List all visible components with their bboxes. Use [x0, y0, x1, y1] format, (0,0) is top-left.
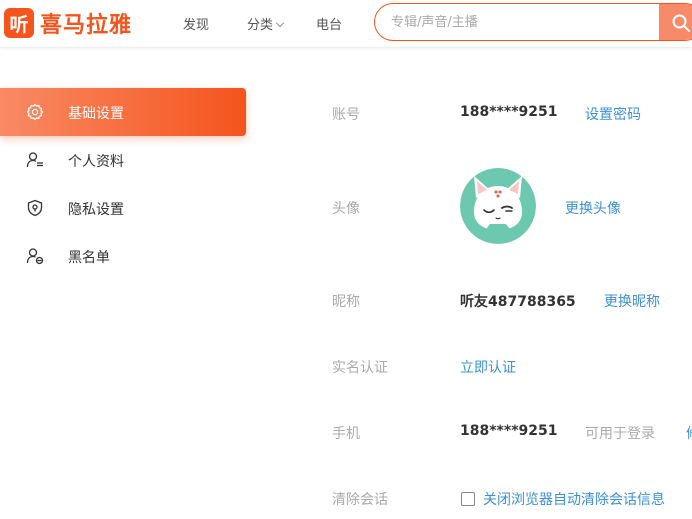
- search-button[interactable]: [659, 4, 692, 40]
- account-row: 账号 188****9251 设置密码: [332, 104, 692, 128]
- cat-avatar-image: [460, 168, 536, 244]
- sidebar-item-label: 黑名单: [68, 250, 110, 266]
- phone-row: 手机 188****9251 可用于登录 修: [332, 423, 692, 447]
- logo-badge-icon: 听: [4, 8, 34, 38]
- sidebar-item-label: 隐私设置: [68, 202, 124, 218]
- clear-session-checkbox-label[interactable]: 关闭浏览器自动清除会话信息: [483, 489, 665, 509]
- verify-now-link[interactable]: 立即认证: [460, 357, 516, 377]
- sidebar-item-label: 个人资料: [68, 154, 124, 170]
- sidebar-item-blacklist[interactable]: 黑名单: [0, 232, 246, 280]
- clear-session-label: 清除会话: [332, 492, 388, 508]
- change-avatar-link[interactable]: 更换头像: [565, 198, 621, 218]
- phone-label: 手机: [332, 426, 360, 442]
- change-phone-link[interactable]: 修: [686, 423, 692, 443]
- change-nickname-link[interactable]: 更换昵称: [604, 291, 660, 311]
- settings-sidebar: 基础设置 个人资料 隐私设置 黑名单: [0, 88, 250, 280]
- avatar: [460, 168, 536, 244]
- sidebar-item-profile[interactable]: 个人资料: [0, 136, 246, 184]
- realname-row: 实名认证 立即认证: [332, 357, 692, 381]
- top-header: 听 喜马拉雅 发现 分类 电台: [0, 0, 692, 48]
- ximalaya-logo[interactable]: 听 喜马拉雅: [4, 6, 132, 40]
- set-password-link[interactable]: 设置密码: [585, 104, 641, 124]
- nickname-row: 昵称 听友487788365 更换昵称: [332, 291, 692, 315]
- chevron-down-icon: [275, 18, 285, 28]
- nav-category[interactable]: 分类: [247, 14, 285, 33]
- user-profile-icon: [26, 152, 43, 168]
- gear-icon: [26, 103, 44, 121]
- nav-category-label: 分类: [247, 18, 274, 33]
- avatar-label: 头像: [332, 201, 360, 217]
- clear-session-row: 清除会话 关闭浏览器自动清除会话信息: [332, 489, 692, 513]
- sidebar-item-label: 基础设置: [68, 106, 124, 122]
- nickname-label: 昵称: [332, 294, 360, 310]
- account-value: 188****9251: [460, 104, 558, 120]
- nav-discover[interactable]: 发现: [183, 14, 209, 33]
- phone-value: 188****9251: [460, 423, 558, 439]
- shield-icon: [27, 199, 43, 217]
- phone-login-note: 可用于登录: [585, 426, 655, 442]
- search-input[interactable]: [391, 4, 651, 40]
- avatar-row: 头像 更换头像: [332, 168, 692, 248]
- account-label: 账号: [332, 107, 360, 123]
- user-block-icon: [26, 248, 44, 265]
- search-icon: [672, 14, 690, 32]
- search-box: [374, 3, 692, 41]
- nav-radio[interactable]: 电台: [316, 14, 342, 33]
- realname-label: 实名认证: [332, 360, 388, 376]
- logo-text: 喜马拉雅: [40, 13, 133, 38]
- clear-session-checkbox[interactable]: [461, 492, 475, 506]
- nickname-value: 听友487788365: [460, 294, 576, 310]
- sidebar-item-privacy[interactable]: 隐私设置: [0, 184, 246, 232]
- sidebar-item-basic-settings[interactable]: 基础设置: [0, 88, 246, 136]
